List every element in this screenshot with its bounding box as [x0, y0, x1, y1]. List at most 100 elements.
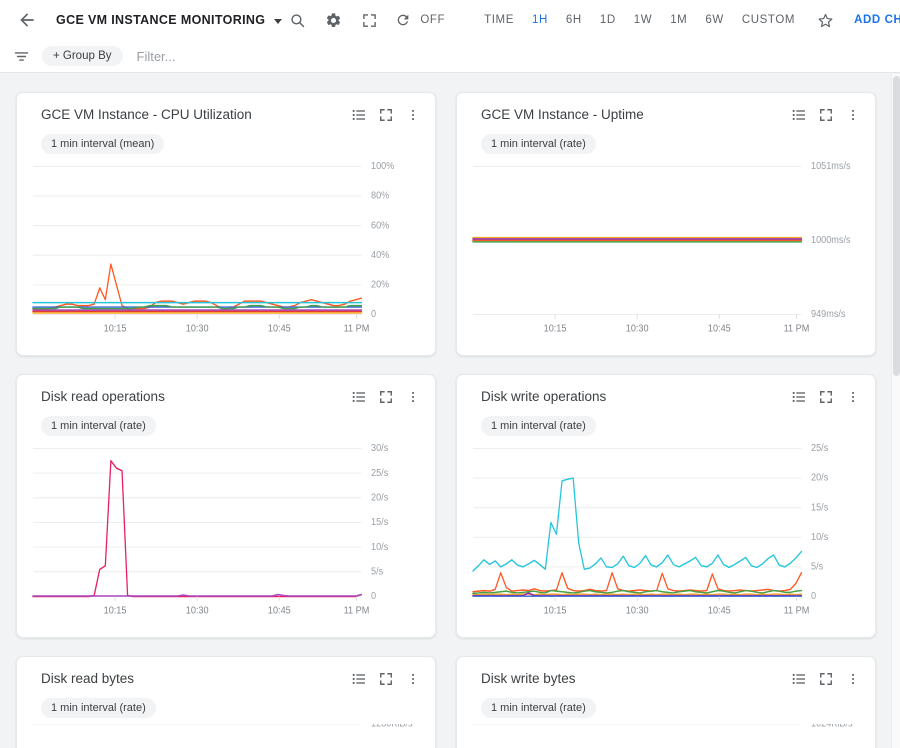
legend-list-glyph	[351, 107, 367, 123]
expand-glyph	[819, 108, 833, 122]
plot-area: 1051ms/s1000ms/s949ms/s10:1510:3010:4511…	[471, 160, 861, 349]
svg-text:10:45: 10:45	[708, 323, 731, 335]
arrow-back-icon[interactable]	[10, 5, 44, 35]
card-header: Disk read operations	[31, 387, 421, 405]
svg-text:10:30: 10:30	[626, 323, 649, 335]
add-chart-button[interactable]: ADD CHART	[846, 8, 900, 32]
chart-card-cpu-utilization[interactable]: GCE VM Instance - CPU Utilization	[16, 92, 436, 356]
interval-chip: 1 min interval (rate)	[481, 134, 596, 154]
scrollbar-thumb[interactable]	[893, 76, 900, 376]
card-title: GCE VM Instance - Uptime	[471, 105, 644, 123]
svg-text:949ms/s: 949ms/s	[811, 309, 846, 321]
range-1m[interactable]: 1M	[661, 8, 696, 32]
expand-icon[interactable]	[378, 107, 394, 123]
card-header: Disk read bytes	[31, 669, 421, 687]
svg-text:5/s: 5/s	[811, 561, 823, 573]
svg-text:10/s: 10/s	[811, 532, 828, 544]
expand-icon[interactable]	[818, 671, 834, 687]
refresh-icon	[388, 5, 418, 35]
interval-chip: 1 min interval (rate)	[41, 698, 156, 718]
svg-text:10:45: 10:45	[708, 605, 731, 617]
page-title[interactable]: GCE VM INSTANCE MONITORING	[56, 13, 265, 27]
plot-area: 1024KiB/s	[471, 724, 861, 748]
star-outline-icon[interactable]	[810, 5, 840, 35]
plot-area: 1280KiB/s	[31, 724, 421, 748]
range-6h[interactable]: 6H	[557, 8, 591, 32]
legend-list-glyph	[351, 671, 367, 687]
card-title: Disk write bytes	[471, 669, 576, 687]
expand-glyph	[819, 390, 833, 404]
chart-card-disk-write-bytes[interactable]: Disk write bytes	[456, 656, 876, 748]
more-vert-icon[interactable]	[405, 107, 421, 123]
svg-text:10:30: 10:30	[186, 605, 209, 617]
top-toolbar: GCE VM INSTANCE MONITORING OFF TIME 1H 6…	[0, 0, 900, 40]
range-6w[interactable]: 6W	[696, 8, 732, 32]
expand-icon[interactable]	[378, 389, 394, 405]
svg-text:10:15: 10:15	[104, 323, 127, 335]
filter-input[interactable]	[135, 44, 435, 68]
arrow-back-glyph	[17, 10, 37, 30]
more-vert-icon[interactable]	[405, 389, 421, 405]
expand-icon[interactable]	[818, 389, 834, 405]
card-title: Disk read bytes	[31, 669, 134, 687]
expand-icon[interactable]	[818, 107, 834, 123]
chart-card-disk-read-bytes[interactable]: Disk read bytes	[16, 656, 436, 748]
more-vert-glyph	[846, 108, 860, 122]
range-1d[interactable]: 1D	[591, 8, 625, 32]
auto-refresh-toggle[interactable]: OFF	[388, 5, 445, 35]
chart-card-disk-write-operations[interactable]: Disk write operations	[456, 374, 876, 638]
svg-text:1000ms/s: 1000ms/s	[811, 235, 851, 247]
legend-list-icon[interactable]	[351, 389, 367, 405]
filter-icon[interactable]	[10, 48, 32, 65]
svg-text:25/s: 25/s	[371, 468, 388, 480]
expand-icon[interactable]	[378, 671, 394, 687]
svg-text:0: 0	[371, 309, 376, 321]
card-actions	[791, 105, 861, 123]
card-header: GCE VM Instance - CPU Utilization	[31, 105, 421, 123]
vertical-scrollbar[interactable]	[891, 74, 900, 748]
filter-glyph	[13, 48, 30, 65]
filter-toolbar: + Group By	[0, 40, 900, 73]
legend-list-icon[interactable]	[351, 671, 367, 687]
card-actions	[351, 669, 421, 687]
fullscreen-glyph	[362, 13, 377, 28]
range-1h[interactable]: 1H	[523, 8, 557, 32]
refresh-glyph	[395, 12, 411, 28]
svg-text:80%: 80%	[371, 190, 390, 202]
svg-text:100%: 100%	[371, 161, 395, 173]
svg-text:30/s: 30/s	[371, 443, 388, 455]
svg-text:25/s: 25/s	[811, 443, 828, 455]
dashboard-title-group[interactable]: GCE VM INSTANCE MONITORING	[44, 13, 282, 27]
interval-chip: 1 min interval (rate)	[481, 416, 596, 436]
time-range-group: TIME 1H 6H 1D 1W 1M 6W CUSTOM	[475, 8, 804, 32]
more-vert-icon[interactable]	[405, 671, 421, 687]
more-vert-icon[interactable]	[845, 671, 861, 687]
chevron-down-icon[interactable]	[274, 19, 282, 24]
legend-list-glyph	[791, 671, 807, 687]
group-by-chip[interactable]: + Group By	[42, 46, 123, 66]
fullscreen-icon[interactable]	[354, 5, 384, 35]
chart-card-uptime[interactable]: GCE VM Instance - Uptime	[456, 92, 876, 356]
more-vert-icon[interactable]	[845, 389, 861, 405]
search-icon[interactable]	[282, 5, 312, 35]
chart-card-disk-read-operations[interactable]: Disk read operations	[16, 374, 436, 638]
legend-list-icon[interactable]	[351, 107, 367, 123]
card-header: GCE VM Instance - Uptime	[471, 105, 861, 123]
svg-text:10:30: 10:30	[626, 605, 649, 617]
legend-list-icon[interactable]	[791, 671, 807, 687]
range-custom[interactable]: CUSTOM	[733, 8, 804, 32]
svg-text:20/s: 20/s	[811, 472, 828, 484]
more-vert-glyph	[406, 672, 420, 686]
more-vert-glyph	[406, 108, 420, 122]
expand-glyph	[379, 672, 393, 686]
svg-text:10:45: 10:45	[268, 605, 291, 617]
gear-icon[interactable]	[318, 5, 348, 35]
line-chart: 100%80%60%40%20%010:1510:3010:4511 PM	[31, 160, 421, 349]
card-header: Disk write operations	[471, 387, 861, 405]
interval-chip: 1 min interval (mean)	[41, 134, 164, 154]
legend-list-icon[interactable]	[791, 389, 807, 405]
more-vert-icon[interactable]	[845, 107, 861, 123]
range-1w[interactable]: 1W	[625, 8, 661, 32]
more-vert-glyph	[846, 672, 860, 686]
legend-list-icon[interactable]	[791, 107, 807, 123]
